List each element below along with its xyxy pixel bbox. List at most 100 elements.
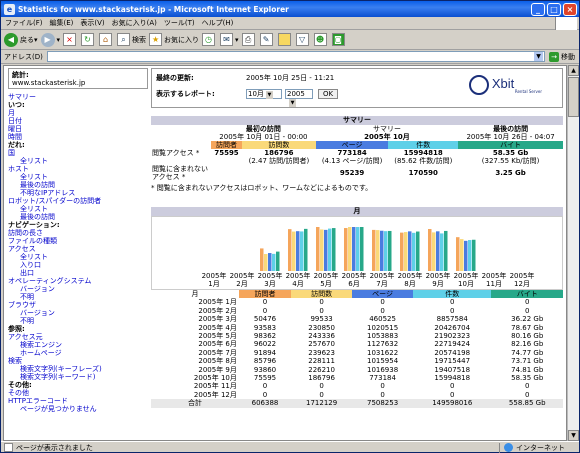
home-button[interactable]: ⌂ xyxy=(99,33,114,46)
table-cell: 58.35 Gb xyxy=(511,374,544,383)
x-tick-label: 2月 xyxy=(236,280,247,288)
nav-link[interactable]: サマリー xyxy=(8,93,148,101)
scroll-down-icon[interactable]: ▼ xyxy=(568,430,579,441)
x-tick-label: 8月 xyxy=(404,280,415,288)
summary-note: * 閲覧に含まれないアクセスはロボット、ワームなどによるものです。 xyxy=(151,184,373,192)
nav-link[interactable]: 不明なIPアドレス xyxy=(8,189,148,197)
x-tick-label: 2005年 xyxy=(258,271,283,280)
nav-link[interactable]: 国 xyxy=(8,149,148,157)
table-cell: 85796 xyxy=(253,357,277,366)
menu-file[interactable]: ファイル(F) xyxy=(5,18,43,28)
x-tick-label: 1月 xyxy=(208,280,219,288)
not-viewed-label: 閲覧に含まれないアクセス * xyxy=(152,165,208,181)
nav-list: サマリー いつ: 月日付 曜日 時間 だれ: 国全リスト ホスト 全リスト 最後の訪問 不明なIPア… xyxy=(8,93,148,413)
viewed-visits: 186796 xyxy=(264,149,294,157)
nav-link[interactable]: ブラウザ xyxy=(8,301,148,309)
go-arrow-icon: → xyxy=(549,51,559,62)
history-icon: ◷ xyxy=(202,33,216,46)
x-tick-label: 2005年 xyxy=(314,271,339,280)
nav-link[interactable]: 検索文字列(キーフレーズ) xyxy=(8,365,148,373)
table-cell: 2005年 2月 xyxy=(198,306,237,315)
edit-button[interactable]: ✎ xyxy=(259,33,275,46)
table-cell: 1031622 xyxy=(366,348,399,357)
table-cell: 243336 xyxy=(308,332,335,341)
filter-button[interactable]: ▽ xyxy=(295,33,311,46)
nav-link[interactable]: 不明 xyxy=(8,317,148,325)
menu-help[interactable]: ヘルプ(H) xyxy=(202,18,234,28)
addon-button[interactable]: ◙ xyxy=(331,33,347,46)
nav-link[interactable]: 検索エンジン xyxy=(8,341,148,349)
search-button[interactable]: ⌕ 検索 xyxy=(117,33,146,46)
ok-button[interactable]: OK xyxy=(318,89,339,99)
nav-link[interactable]: オペレーティングシステム xyxy=(8,277,148,285)
nav-link[interactable]: 日付 xyxy=(8,117,148,125)
x-tick-label: 9月 xyxy=(432,280,443,288)
favorites-button[interactable]: ★ お気に入り xyxy=(149,33,199,46)
menu-tools[interactable]: ツール(T) xyxy=(164,18,195,28)
history-button[interactable]: ◷ xyxy=(202,33,217,46)
col-bytes: バイト xyxy=(491,290,563,299)
back-button[interactable]: ◀ 戻る ▾ xyxy=(4,32,38,47)
nav-link[interactable]: ホームページ xyxy=(8,349,148,357)
menu-favorites[interactable]: お気に入り(A) xyxy=(112,18,157,28)
nav-link[interactable]: 全リスト xyxy=(8,173,148,181)
nav-link[interactable]: 月 xyxy=(8,109,148,117)
nav-link[interactable]: アクセス xyxy=(8,245,148,253)
stop-button[interactable]: × xyxy=(63,33,78,46)
col-pages: ページ xyxy=(352,290,414,299)
go-button[interactable]: → 移動 xyxy=(549,51,575,62)
window-title: Statistics for www.stackasterisk.jp - Mi… xyxy=(18,4,289,14)
month-select[interactable]: 10月 ▼ xyxy=(246,89,282,99)
xbit-logo-icon xyxy=(468,75,489,95)
chart-bar xyxy=(272,253,276,271)
nav-link[interactable]: HTTPエラーコード xyxy=(8,397,148,405)
scroll-thumb[interactable] xyxy=(568,77,579,117)
nav-link[interactable]: 不明 xyxy=(8,293,148,301)
menu-view[interactable]: 表示(V) xyxy=(80,18,104,28)
scroll-up-icon[interactable]: ▲ xyxy=(568,65,579,76)
nav-link[interactable]: 検索文字列(キーワード) xyxy=(8,373,148,381)
nav-link[interactable]: バージョン xyxy=(8,285,148,293)
nav-link[interactable]: 全リスト xyxy=(8,205,148,213)
table-cell: 22719424 xyxy=(434,340,471,349)
minimize-button[interactable]: _ xyxy=(531,2,545,16)
maximize-button[interactable]: □ xyxy=(547,2,561,16)
nav-link[interactable]: 出口 xyxy=(8,269,148,277)
nav-link[interactable]: 全リスト xyxy=(8,253,148,261)
menu-bar: ファイル(F) 編集(E) 表示(V) お気に入り(A) ツール(T) ヘルプ(… xyxy=(1,17,579,30)
table-cell: 98362 xyxy=(253,332,277,341)
table-cell: 0 xyxy=(319,382,324,391)
nav-link[interactable]: ファイルの種類 xyxy=(8,237,148,245)
nav-link[interactable]: ページが見つかりません xyxy=(8,405,148,413)
nav-link[interactable]: 訪問の長さ xyxy=(8,229,148,237)
nav-section-heading: いつ: xyxy=(8,101,25,109)
nav-link[interactable]: 検索 xyxy=(8,357,148,365)
chevron-down-icon[interactable]: ▼ xyxy=(534,52,543,61)
menu-edit[interactable]: 編集(E) xyxy=(50,18,74,28)
table-cell: 228111 xyxy=(308,357,335,366)
first-visit-label: 最初の訪問 xyxy=(245,125,281,133)
table-cell: 460525 xyxy=(369,315,396,324)
nav-link[interactable]: ホスト xyxy=(8,165,148,173)
vertical-scrollbar[interactable]: ▲ ▼ xyxy=(567,65,579,441)
nav-link[interactable]: ロボット/スパイダーの訪問者 xyxy=(8,197,148,205)
forward-button[interactable]: ▶ ▾ xyxy=(40,32,60,47)
folder-button[interactable] xyxy=(277,33,293,46)
nav-link[interactable]: その他 xyxy=(8,389,148,397)
nav-link[interactable]: 最後の訪問 xyxy=(8,213,148,221)
print-button[interactable]: ⎙ xyxy=(241,33,257,46)
nav-link[interactable]: 曜日 xyxy=(8,125,148,133)
close-button[interactable]: × xyxy=(563,2,577,16)
table-cell: 2005年 11月 xyxy=(193,382,237,391)
nav-link[interactable]: 全リスト xyxy=(8,157,148,165)
messenger-button[interactable]: ☻ xyxy=(313,33,329,46)
nav-link[interactable]: アクセス元 xyxy=(8,333,148,341)
nav-link[interactable]: 入り口 xyxy=(8,261,148,269)
nav-link[interactable]: バージョン xyxy=(8,309,148,317)
refresh-button[interactable]: ↻ xyxy=(81,33,96,46)
nav-link[interactable]: 最後の訪問 xyxy=(8,181,148,189)
nav-link[interactable]: 時間 xyxy=(8,133,148,141)
address-input[interactable]: ▼ xyxy=(46,51,545,62)
mail-button[interactable]: ✉ ▾ xyxy=(220,33,239,46)
year-select[interactable]: 2005▼ xyxy=(285,89,313,107)
